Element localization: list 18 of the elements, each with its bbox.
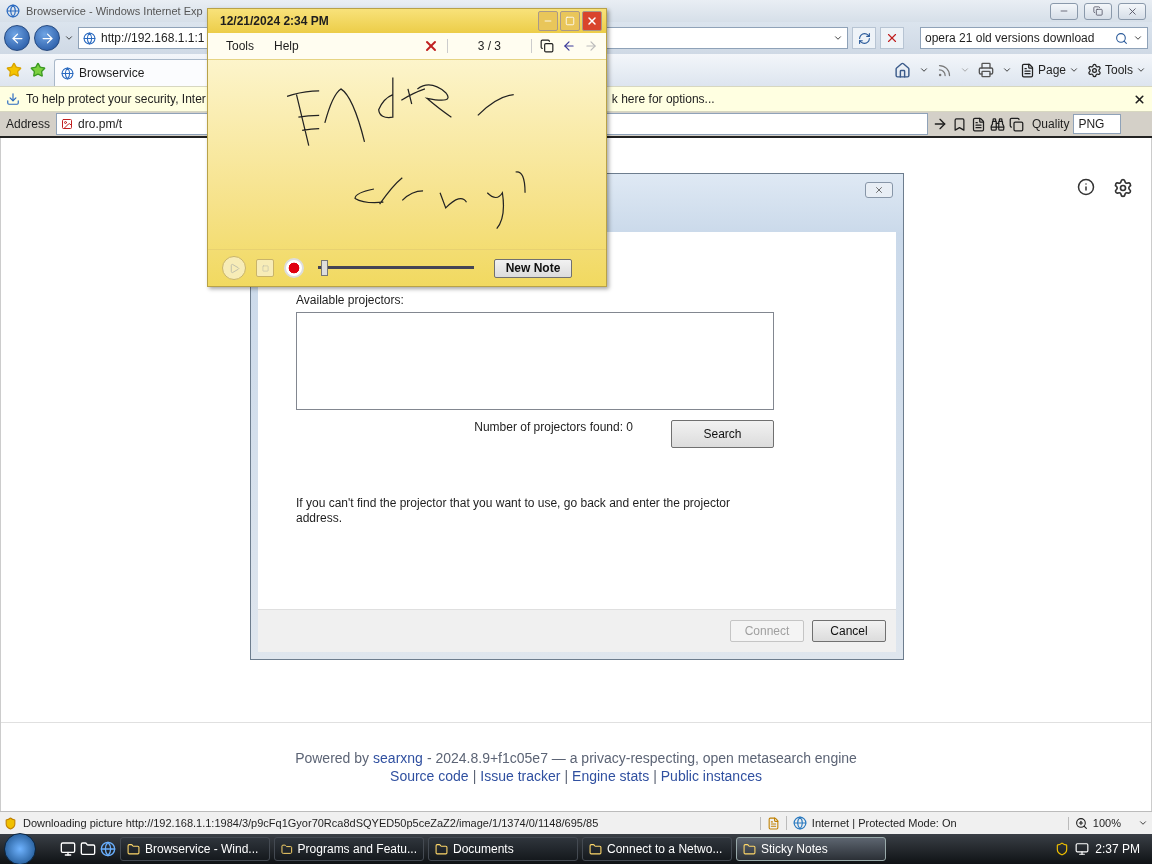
address-label: Address bbox=[5, 117, 52, 131]
separator-text: | bbox=[564, 768, 569, 784]
zone-text: Internet | Protected Mode: On bbox=[811, 817, 958, 829]
found-count: Number of projectors found: 0 bbox=[474, 420, 633, 434]
separator-text: | bbox=[472, 768, 477, 784]
hint-text: If you can't find the projector that you want to use, go back and enter the projector address. bbox=[296, 496, 731, 526]
footer-text: - 2024.8.9+f1c05e7 — a privacy-respecting, open metasearch engine bbox=[426, 750, 857, 766]
quality-label: Quality bbox=[1032, 117, 1070, 131]
infobar-text: To help protect your security, Inter bbox=[26, 92, 206, 106]
infobar-text: k here for options... bbox=[611, 92, 715, 106]
note-title: 12/21/2024 2:34 PM bbox=[220, 14, 330, 28]
list-label: Available projectors: bbox=[296, 293, 405, 307]
page-counter: 3 / 3 bbox=[446, 39, 532, 53]
footer-text: Powered by bbox=[295, 750, 370, 766]
clock: 2:37 PM bbox=[1095, 842, 1140, 856]
window-title: Browservice - Windows Internet Exp bbox=[26, 5, 204, 17]
separator-text: | bbox=[653, 768, 657, 784]
status-text: Downloading picture http://192.168.1.1:1984/3/p9cFq1Gyor70Rca8dSQYED50p5ceZaZ2/image/1/1374/0/1148/695/85 bbox=[23, 817, 599, 829]
